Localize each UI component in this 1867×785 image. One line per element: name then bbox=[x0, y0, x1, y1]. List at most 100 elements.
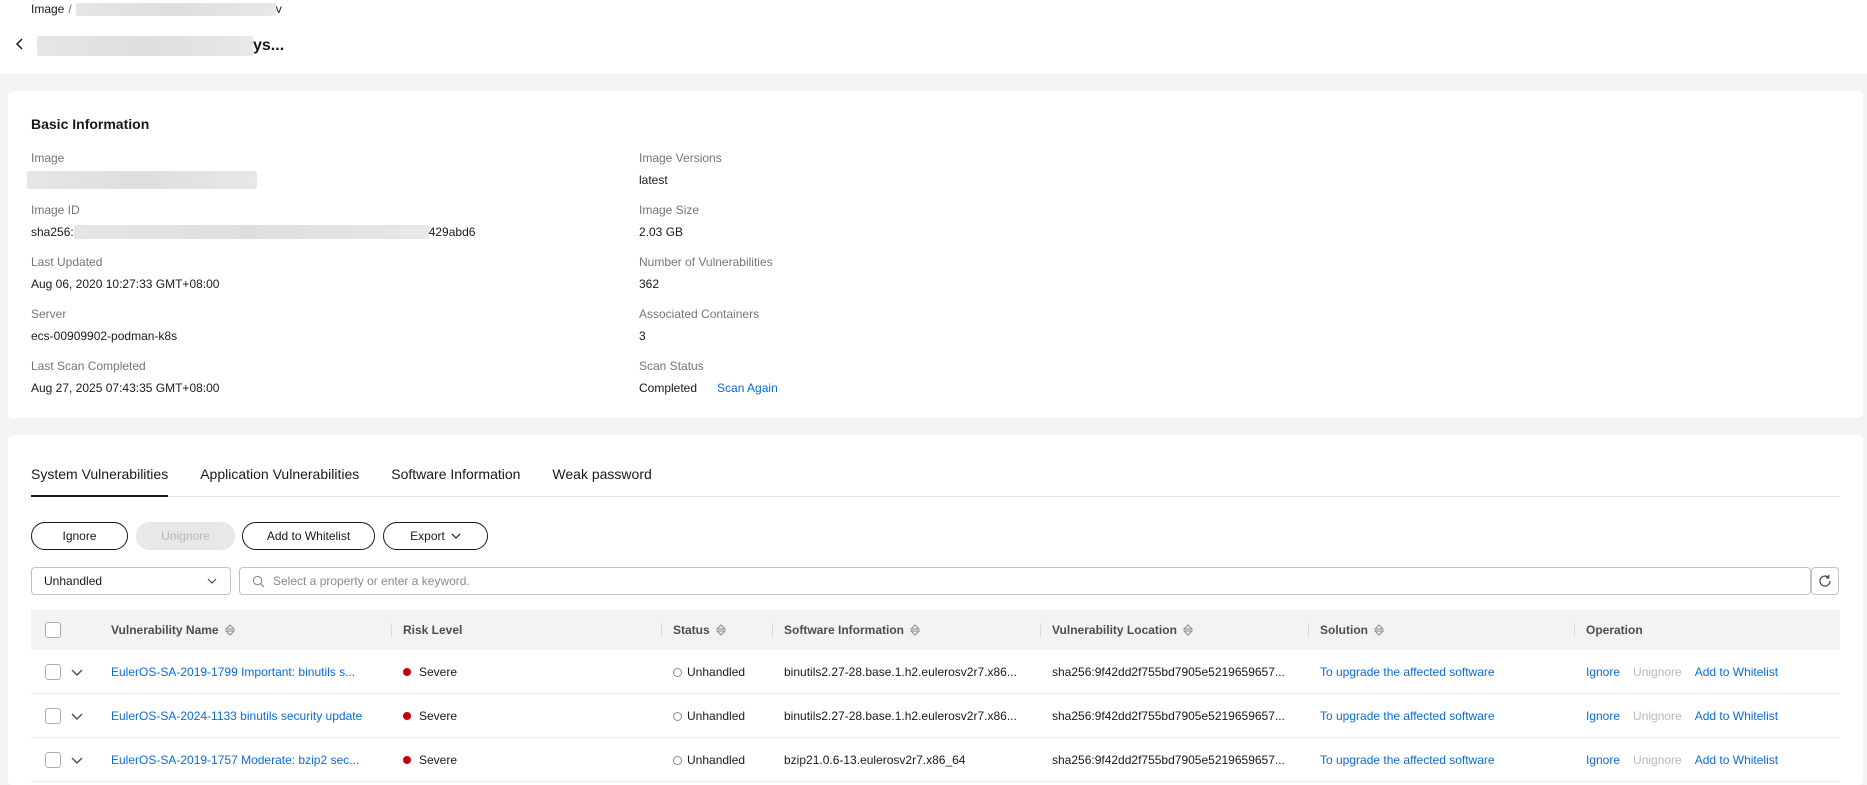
row-checkbox[interactable] bbox=[45, 708, 61, 724]
field-value: Aug 06, 2020 10:27:33 GMT+08:00 bbox=[31, 277, 220, 291]
chevron-down-icon[interactable] bbox=[70, 709, 84, 723]
vulnerability-location-cell: sha256:9f42dd2f755bd7905e5219659657... bbox=[1052, 709, 1285, 723]
field-image-versions: Image Versions latest bbox=[639, 151, 722, 188]
chevron-down-icon[interactable] bbox=[70, 665, 84, 679]
field-value: sha256: 429abd6 bbox=[31, 224, 475, 240]
software-info-cell: binutils2.27-28.base.1.h2.eulerosv2r7.x8… bbox=[784, 665, 1017, 679]
sort-icon[interactable] bbox=[1374, 624, 1384, 636]
refresh-button[interactable] bbox=[1811, 567, 1839, 595]
back-arrow-icon[interactable] bbox=[12, 36, 28, 52]
select-all-cell bbox=[45, 610, 61, 650]
scan-again-link[interactable]: Scan Again bbox=[717, 381, 778, 395]
column-solution[interactable]: Solution bbox=[1308, 610, 1384, 650]
solution-link[interactable]: To upgrade the affected software bbox=[1320, 738, 1495, 782]
risk-level-text: Severe bbox=[419, 665, 458, 679]
vulnerability-name-link[interactable]: EulerOS-SA-2024-1133 binutils security u… bbox=[111, 694, 391, 738]
risk-level-text: Severe bbox=[419, 709, 458, 723]
sort-icon[interactable] bbox=[715, 624, 726, 636]
status-cell: Unhandled bbox=[673, 738, 745, 782]
column-label: Status bbox=[673, 623, 710, 637]
sort-icon[interactable] bbox=[224, 624, 235, 636]
row-unignore-link[interactable]: Unignore bbox=[1633, 709, 1682, 723]
field-scan-status: Scan Status Completed Scan Again bbox=[639, 359, 778, 396]
unignore-button[interactable]: Unignore bbox=[136, 522, 235, 550]
status-text: Unhandled bbox=[687, 753, 746, 767]
field-vuln-count: Number of Vulnerabilities 362 bbox=[639, 255, 773, 292]
tab-weak-password[interactable]: Weak password bbox=[552, 465, 651, 497]
column-divider bbox=[1574, 623, 1575, 637]
vulnerability-location-cell: sha256:9f42dd2f755bd7905e5219659657... bbox=[1052, 753, 1285, 767]
tab-software-information[interactable]: Software Information bbox=[391, 465, 520, 497]
field-image-size: Image Size 2.03 GB bbox=[639, 203, 699, 240]
column-divider bbox=[1308, 623, 1309, 637]
vulnerability-table: Vulnerability Name Risk Level Status Sof… bbox=[31, 610, 1840, 782]
breadcrumb-image[interactable]: Image bbox=[31, 2, 64, 16]
chevron-down-icon[interactable] bbox=[70, 753, 84, 767]
tab-system-vulnerabilities[interactable]: System Vulnerabilities bbox=[31, 465, 169, 497]
solution-link[interactable]: To upgrade the affected software bbox=[1320, 694, 1495, 738]
field-image-id: Image ID sha256: 429abd6 bbox=[31, 203, 475, 240]
breadcrumb-redacted bbox=[75, 2, 276, 16]
vulnerability-name-link[interactable]: EulerOS-SA-2019-1799 Important: binutils… bbox=[111, 650, 391, 694]
tab-application-vulnerabilities[interactable]: Application Vulnerabilities bbox=[200, 465, 359, 497]
row-ignore-link[interactable]: Ignore bbox=[1586, 665, 1620, 679]
solution-link[interactable]: To upgrade the affected software bbox=[1320, 650, 1495, 694]
column-status[interactable]: Status bbox=[661, 610, 726, 650]
image-id-suffix: 429abd6 bbox=[428, 225, 476, 239]
scan-status-value: Completed bbox=[639, 381, 698, 395]
tab-bar: System Vulnerabilities Application Vulne… bbox=[31, 465, 1840, 497]
row-ignore-link[interactable]: Ignore bbox=[1586, 709, 1620, 723]
row-ignore-link[interactable]: Ignore bbox=[1586, 753, 1620, 767]
image-redacted bbox=[27, 171, 257, 189]
export-label: Export bbox=[410, 529, 445, 543]
refresh-icon bbox=[1819, 575, 1831, 587]
image-id-prefix: sha256: bbox=[31, 225, 74, 239]
row-unignore-link[interactable]: Unignore bbox=[1633, 753, 1682, 767]
column-operation: Operation bbox=[1574, 610, 1643, 650]
chevron-down-icon bbox=[207, 578, 217, 584]
column-label: Operation bbox=[1586, 623, 1643, 637]
operation-cell: Ignore Unignore Add to Whitelist bbox=[1586, 650, 1791, 694]
sort-icon[interactable] bbox=[1182, 624, 1193, 636]
column-software-information[interactable]: Software Information bbox=[772, 610, 921, 650]
field-label: Server bbox=[31, 307, 67, 321]
row-expand-cell bbox=[70, 694, 84, 738]
sort-icon[interactable] bbox=[910, 624, 921, 636]
column-label: Vulnerability Location bbox=[1052, 623, 1177, 637]
ignore-button[interactable]: Ignore bbox=[31, 522, 128, 550]
breadcrumb: Image / v bbox=[31, 2, 282, 16]
row-checkbox[interactable] bbox=[45, 752, 61, 768]
select-all-checkbox[interactable] bbox=[45, 622, 61, 638]
row-add-to-whitelist-link[interactable]: Add to Whitelist bbox=[1695, 709, 1778, 723]
row-add-to-whitelist-link[interactable]: Add to Whitelist bbox=[1695, 753, 1778, 767]
software-info-cell: bzip21.0.6-13.eulerosv2r7.x86_64 bbox=[784, 753, 966, 767]
add-to-whitelist-button[interactable]: Add to Whitelist bbox=[242, 522, 375, 550]
column-vulnerability-location[interactable]: Vulnerability Location bbox=[1040, 610, 1193, 650]
field-value: 362 bbox=[639, 277, 660, 291]
field-image: Image bbox=[27, 151, 257, 189]
section-title: Basic Information bbox=[31, 116, 150, 132]
search-input[interactable]: Select a property or enter a keyword. bbox=[239, 567, 1811, 595]
column-vulnerability-name[interactable]: Vulnerability Name bbox=[111, 610, 235, 650]
associated-containers-link[interactable]: 3 bbox=[639, 328, 759, 344]
vulnerability-name-link[interactable]: EulerOS-SA-2019-1757 Moderate: bzip2 sec… bbox=[111, 738, 391, 782]
image-id-redacted bbox=[73, 225, 429, 239]
field-label: Scan Status bbox=[639, 359, 704, 373]
row-checkbox[interactable] bbox=[45, 664, 61, 680]
breadcrumb-separator: / bbox=[68, 2, 72, 16]
vulnerability-location-cell: sha256:9f42dd2f755bd7905e5219659657... bbox=[1052, 665, 1285, 679]
column-divider bbox=[391, 623, 392, 637]
title-suffix: ys... bbox=[253, 37, 285, 54]
field-label: Image bbox=[31, 151, 65, 165]
export-button[interactable]: Export bbox=[383, 522, 488, 550]
column-label: Vulnerability Name bbox=[111, 623, 219, 637]
basic-info-card: Basic Information Image Image ID sha256:… bbox=[8, 91, 1863, 418]
row-add-to-whitelist-link[interactable]: Add to Whitelist bbox=[1695, 665, 1778, 679]
row-expand-cell bbox=[70, 650, 84, 694]
status-filter-select[interactable]: Unhandled bbox=[31, 567, 231, 595]
table-row: EulerOS-SA-2019-1757 Moderate: bzip2 sec… bbox=[31, 738, 1840, 782]
status-text: Unhandled bbox=[687, 709, 746, 723]
risk-level-cell: Severe bbox=[403, 694, 457, 738]
row-unignore-link[interactable]: Unignore bbox=[1633, 665, 1682, 679]
table-row: EulerOS-SA-2024-1133 binutils security u… bbox=[31, 694, 1840, 738]
